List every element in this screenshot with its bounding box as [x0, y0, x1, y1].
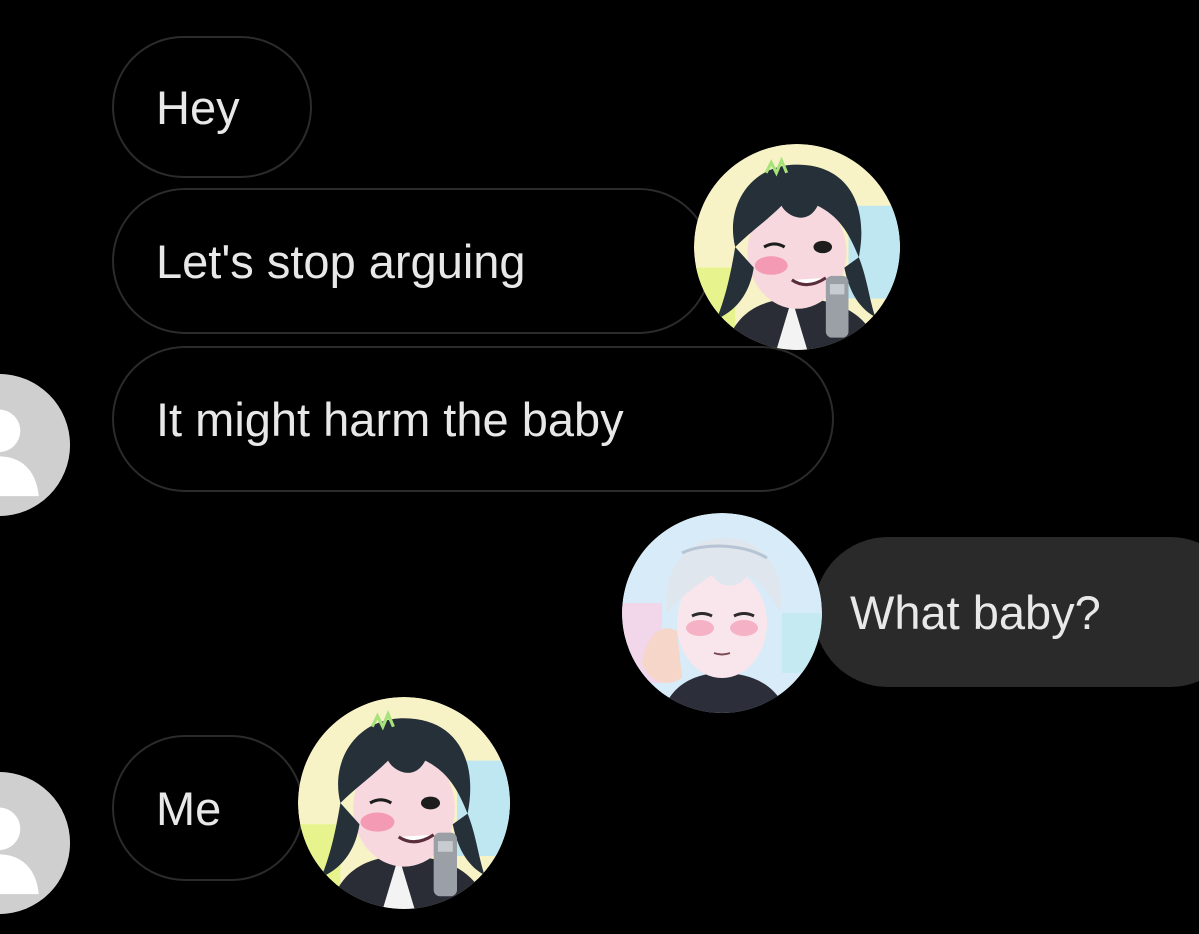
- chat-screen: Hey Let's stop arguing It might harm the…: [0, 0, 1199, 934]
- message-bubble-stop-arguing[interactable]: Let's stop arguing: [112, 188, 712, 334]
- message-text: Hey: [156, 80, 240, 134]
- message-text: Me: [156, 781, 222, 835]
- default-user-avatar-icon[interactable]: [0, 374, 70, 516]
- dark-haired-character-sticker: [298, 697, 510, 909]
- message-bubble-me[interactable]: Me: [112, 735, 304, 881]
- message-bubble-harm-baby[interactable]: It might harm the baby: [112, 346, 834, 492]
- message-bubble-hey[interactable]: Hey: [112, 36, 312, 178]
- message-text: Let's stop arguing: [156, 234, 526, 288]
- default-user-avatar-icon[interactable]: [0, 772, 70, 914]
- message-text: It might harm the baby: [156, 392, 624, 446]
- dark-haired-character-sticker: [694, 144, 900, 350]
- white-haired-character-sticker: [622, 513, 822, 713]
- message-text: What baby?: [850, 585, 1101, 639]
- message-bubble-what-baby[interactable]: What baby?: [814, 537, 1199, 687]
